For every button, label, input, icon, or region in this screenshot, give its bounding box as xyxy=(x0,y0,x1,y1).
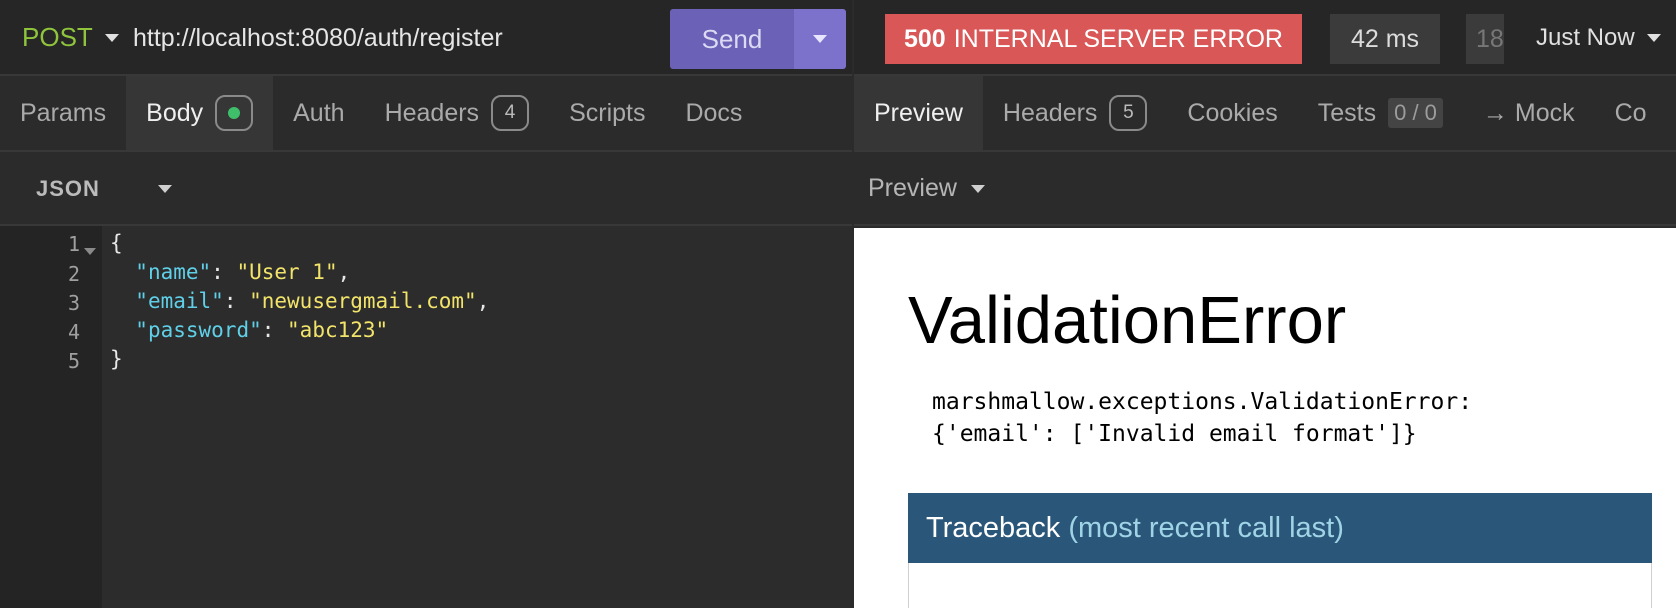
response-size: 18 xyxy=(1466,14,1504,64)
tab-body[interactable]: Body xyxy=(126,76,274,150)
json-value: "User 1" xyxy=(236,260,338,284)
timestamp: Just Now xyxy=(1536,24,1635,51)
error-title: ValidationError xyxy=(908,283,1347,358)
json-key: "email" xyxy=(135,289,224,313)
chevron-down-icon xyxy=(104,33,119,42)
status-code: 500 xyxy=(904,24,946,53)
tests-count-badge: 0 / 0 xyxy=(1388,98,1443,128)
preview-mode-select[interactable]: Preview xyxy=(868,174,985,203)
traceback-header: Traceback (most recent call last) xyxy=(908,493,1652,563)
tab-mock[interactable]: → Mock xyxy=(1463,76,1595,150)
tab-label: Params xyxy=(20,98,107,127)
history-select[interactable]: Just Now xyxy=(1536,24,1661,52)
method-label: POST xyxy=(22,22,93,52)
tab-label: Docs xyxy=(685,98,743,127)
url-bar: POST Send xyxy=(0,0,852,76)
tab-docs[interactable]: Docs xyxy=(665,76,762,150)
body-type-label: JSON xyxy=(36,176,100,201)
tab-cookies[interactable]: Cookies xyxy=(1167,76,1297,150)
url-input[interactable] xyxy=(133,24,653,53)
line-number: 4 xyxy=(67,320,80,344)
line-number: 3 xyxy=(67,291,80,315)
status-text: INTERNAL SERVER ERROR xyxy=(953,24,1283,53)
tab-tests[interactable]: Tests 0 / 0 xyxy=(1298,76,1463,150)
code-line: } xyxy=(110,347,123,371)
tab-label: Auth xyxy=(293,98,345,127)
body-editor[interactable]: 1 2 3 4 5 { "name": "User 1", "email": "… xyxy=(0,226,852,608)
response-time: 42 ms xyxy=(1330,14,1440,64)
headers-count-badge: 5 xyxy=(1109,95,1148,131)
tab-label: → Mock xyxy=(1482,98,1575,127)
json-value: "newusergmail.com" xyxy=(249,289,477,313)
line-gutter: 1 2 3 4 5 xyxy=(0,226,102,608)
status-dot-icon xyxy=(228,107,241,119)
tab-label: Tests xyxy=(1317,98,1377,127)
line-number: 2 xyxy=(67,262,80,286)
tab-label: Headers xyxy=(1002,98,1098,127)
brace: { xyxy=(110,231,123,255)
tab-label: Headers xyxy=(384,98,480,127)
tab-scripts[interactable]: Scripts xyxy=(549,76,665,150)
preview-mode-label: Preview xyxy=(868,174,957,202)
tab-response-headers[interactable]: Headers 5 xyxy=(983,76,1168,150)
body-status-badge xyxy=(215,95,254,131)
response-tabs: Preview Headers 5 Cookies Tests 0 / 0 → … xyxy=(854,76,1676,152)
json-value: "abc123" xyxy=(287,318,389,342)
response-pane: 500 INTERNAL SERVER ERROR 42 ms 18 Just … xyxy=(854,0,1676,608)
tab-headers[interactable]: Headers 4 xyxy=(365,76,550,150)
error-message: marshmallow.exceptions.ValidationError: … xyxy=(932,389,1473,447)
preview-mode-bar: Preview xyxy=(854,152,1676,226)
send-options-button[interactable] xyxy=(794,9,846,69)
headers-count-badge: 4 xyxy=(491,95,530,131)
tab-label: Preview xyxy=(874,98,963,127)
tab-label: Body xyxy=(146,98,204,127)
code-line: "email": "newusergmail.com", xyxy=(135,289,490,313)
fold-arrow-icon[interactable] xyxy=(84,248,96,255)
line-number: 1 xyxy=(67,232,80,256)
comma: , xyxy=(337,260,351,284)
json-key: "password" xyxy=(135,318,262,342)
tab-console[interactable]: Co xyxy=(1595,76,1647,150)
tab-label: Cookies xyxy=(1187,98,1278,127)
method-select[interactable]: POST xyxy=(22,22,119,53)
chevron-down-icon xyxy=(1646,34,1661,42)
comma: , xyxy=(476,289,490,313)
tab-auth[interactable]: Auth xyxy=(273,76,364,150)
tab-preview[interactable]: Preview xyxy=(854,76,983,150)
request-tabs: Params Body Auth Headers 4 Scripts Docs xyxy=(0,76,852,152)
code-line: "password": "abc123" xyxy=(135,318,389,342)
code-line: "name": "User 1", xyxy=(135,260,351,284)
chevron-down-icon xyxy=(813,35,827,43)
line-number: 5 xyxy=(67,349,80,373)
traceback-title: Traceback xyxy=(926,511,1061,544)
traceback-subtitle: (most recent call last) xyxy=(1068,511,1344,544)
send-button[interactable]: Send xyxy=(670,9,794,69)
json-key: "name" xyxy=(135,260,212,284)
traceback-body xyxy=(908,563,1652,608)
tab-label: Co xyxy=(1614,98,1647,127)
status-badge: 500 INTERNAL SERVER ERROR xyxy=(885,14,1302,64)
body-type-select[interactable]: JSON xyxy=(36,176,172,202)
response-status-bar: 500 INTERNAL SERVER ERROR 42 ms 18 Just … xyxy=(854,0,1676,76)
request-pane: POST Send Params Body Auth Headers 4 Scr… xyxy=(0,0,852,608)
body-type-bar: JSON xyxy=(0,152,852,226)
chevron-down-icon xyxy=(970,184,985,193)
response-preview[interactable]: ValidationError marshmallow.exceptions.V… xyxy=(854,228,1676,608)
tab-params[interactable]: Params xyxy=(0,76,126,150)
code-line: { xyxy=(110,231,123,255)
brace: } xyxy=(110,347,123,371)
tab-label: Scripts xyxy=(569,98,646,127)
chevron-down-icon xyxy=(157,185,172,193)
